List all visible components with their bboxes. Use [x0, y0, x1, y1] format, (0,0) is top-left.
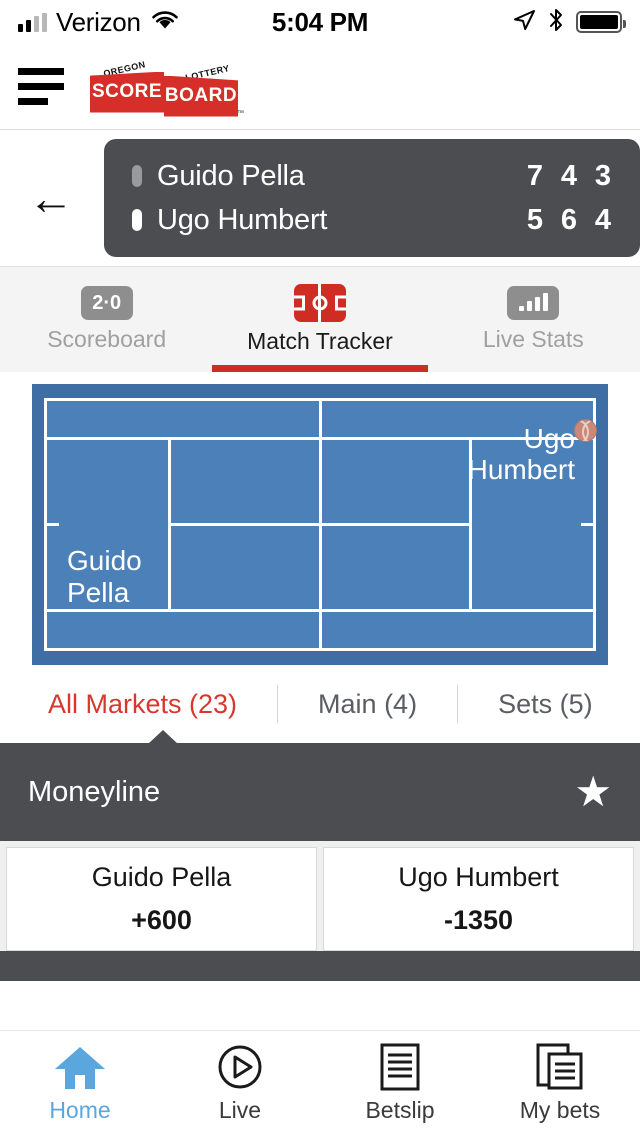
- odds-card[interactable]: Guido Pella +600: [6, 847, 317, 951]
- next-market-header-partial[interactable]: [0, 951, 640, 981]
- wifi-icon: [150, 9, 180, 36]
- play-circle-icon: [216, 1043, 264, 1091]
- set-score: 5: [526, 203, 544, 236]
- logo-banner-right: BOARD: [164, 75, 238, 117]
- set-score: 7: [526, 159, 544, 192]
- bottom-navigation-bar: Home Live Betslip My bets: [0, 1030, 640, 1136]
- logo-board-text: BOARD: [164, 85, 238, 106]
- match-score-header: ← Guido Pella 7 4 3 Ugo Humbert 5 6 4: [0, 130, 640, 266]
- market-tab-sets[interactable]: Sets (5): [498, 689, 593, 720]
- tennis-court-graphic: Guido Pella Ugo Humbert: [32, 384, 608, 665]
- battery-full-icon: [576, 11, 627, 33]
- market-header-moneyline[interactable]: Moneyline ★: [0, 730, 640, 841]
- score-row-player-1: Guido Pella 7 4 3: [132, 154, 640, 198]
- set-scores: 5 6 4: [518, 204, 640, 237]
- signal-bars-icon: [18, 12, 47, 32]
- location-arrow-icon: [512, 8, 536, 37]
- odds-selection-name: Guido Pella: [91, 862, 232, 892]
- clock-label: 5:04 PM: [271, 6, 369, 37]
- player-name: Ugo Humbert: [157, 203, 328, 236]
- status-bar: Verizon 5:04 PM: [0, 0, 640, 44]
- set-score: 4: [560, 159, 578, 192]
- tab-scoreboard[interactable]: 2·0 Scoreboard: [0, 267, 213, 372]
- my-bets-documents-icon: [535, 1043, 585, 1091]
- tab-label: Match Tracker: [247, 328, 393, 354]
- scoreboard-logo[interactable]: OREGON LOTTERY SCORE BOARD ™: [90, 59, 244, 117]
- market-tab-all-markets[interactable]: All Markets (23): [48, 689, 237, 720]
- odds-price: +600: [131, 905, 192, 935]
- court-player-label-left: Guido Pella: [67, 545, 142, 608]
- nav-item-live[interactable]: Live: [160, 1031, 320, 1136]
- court-player-label-right: Ugo Humbert: [467, 423, 575, 486]
- tennis-ball-icon: [574, 419, 597, 442]
- court-center-mark-left: [47, 523, 59, 526]
- market-tab-main[interactable]: Main (4): [318, 689, 417, 720]
- scorecard[interactable]: Guido Pella 7 4 3 Ugo Humbert 5 6 4: [104, 139, 640, 257]
- carrier-label: Verizon: [56, 6, 141, 37]
- nav-label: Home: [49, 1097, 111, 1123]
- nav-label: Betslip: [365, 1097, 435, 1123]
- odds-selection-name: Ugo Humbert: [398, 862, 559, 892]
- status-bar-left: Verizon: [18, 7, 272, 38]
- logo-score-text: SCORE: [91, 81, 163, 102]
- set-scores: 7 4 3: [518, 160, 640, 193]
- view-tab-bar: 2·0 Scoreboard Match Tracker Live Stats: [0, 266, 640, 372]
- back-arrow-icon[interactable]: ←: [28, 175, 104, 221]
- tab-live-stats[interactable]: Live Stats: [427, 267, 640, 372]
- odds-card[interactable]: Ugo Humbert -1350: [323, 847, 634, 951]
- serve-indicator-icon: [132, 165, 142, 187]
- scoreboard-badge-icon: 2·0: [80, 286, 133, 320]
- logo-banner-left: SCORE: [90, 71, 164, 113]
- status-bar-right: [368, 7, 627, 38]
- pitch-icon: [293, 284, 346, 322]
- odds-row: Guido Pella +600 Ugo Humbert -1350: [0, 841, 640, 951]
- nav-item-betslip[interactable]: Betslip: [320, 1031, 480, 1136]
- tab-match-tracker[interactable]: Match Tracker: [211, 267, 428, 372]
- nav-label: Live: [218, 1097, 262, 1123]
- nav-item-my-bets[interactable]: My bets: [480, 1031, 640, 1136]
- score-row-player-2: Ugo Humbert 5 6 4: [132, 198, 640, 242]
- set-score: 6: [560, 203, 578, 236]
- market-title: Moneyline: [28, 775, 161, 808]
- scoreboard-badge-text: 2·0: [92, 291, 122, 314]
- tab-label: Live Stats: [482, 326, 584, 352]
- hamburger-menu-icon[interactable]: [18, 68, 64, 105]
- market-tab-divider: [277, 685, 279, 723]
- betslip-document-icon: [378, 1043, 422, 1091]
- market-pointer: [148, 730, 178, 744]
- court-center-mark-right: [581, 523, 593, 526]
- odds-price: -1350: [443, 905, 514, 935]
- star-icon[interactable]: ★: [574, 771, 612, 813]
- match-tracker-panel: Guido Pella Ugo Humbert: [0, 372, 640, 665]
- bar-chart-icon: [507, 286, 560, 320]
- logo-trademark: ™: [237, 109, 244, 117]
- nav-item-home[interactable]: Home: [0, 1031, 160, 1136]
- home-icon: [51, 1043, 109, 1091]
- nav-label: My bets: [519, 1097, 601, 1123]
- bluetooth-icon: [547, 7, 565, 38]
- market-tab-bar: All Markets (23) Main (4) Sets (5): [0, 665, 640, 743]
- court-playing-area: Guido Pella Ugo Humbert: [44, 398, 597, 651]
- set-score: 4: [594, 203, 612, 236]
- app-header: OREGON LOTTERY SCORE BOARD ™: [0, 44, 640, 130]
- active-tab-underline: [211, 365, 428, 372]
- tab-label: Scoreboard: [47, 326, 167, 352]
- serve-indicator-icon: [132, 209, 142, 231]
- player-name: Guido Pella: [157, 159, 305, 192]
- set-score: 3: [594, 159, 612, 192]
- court-net-line: [318, 401, 322, 648]
- market-tab-divider: [457, 685, 459, 723]
